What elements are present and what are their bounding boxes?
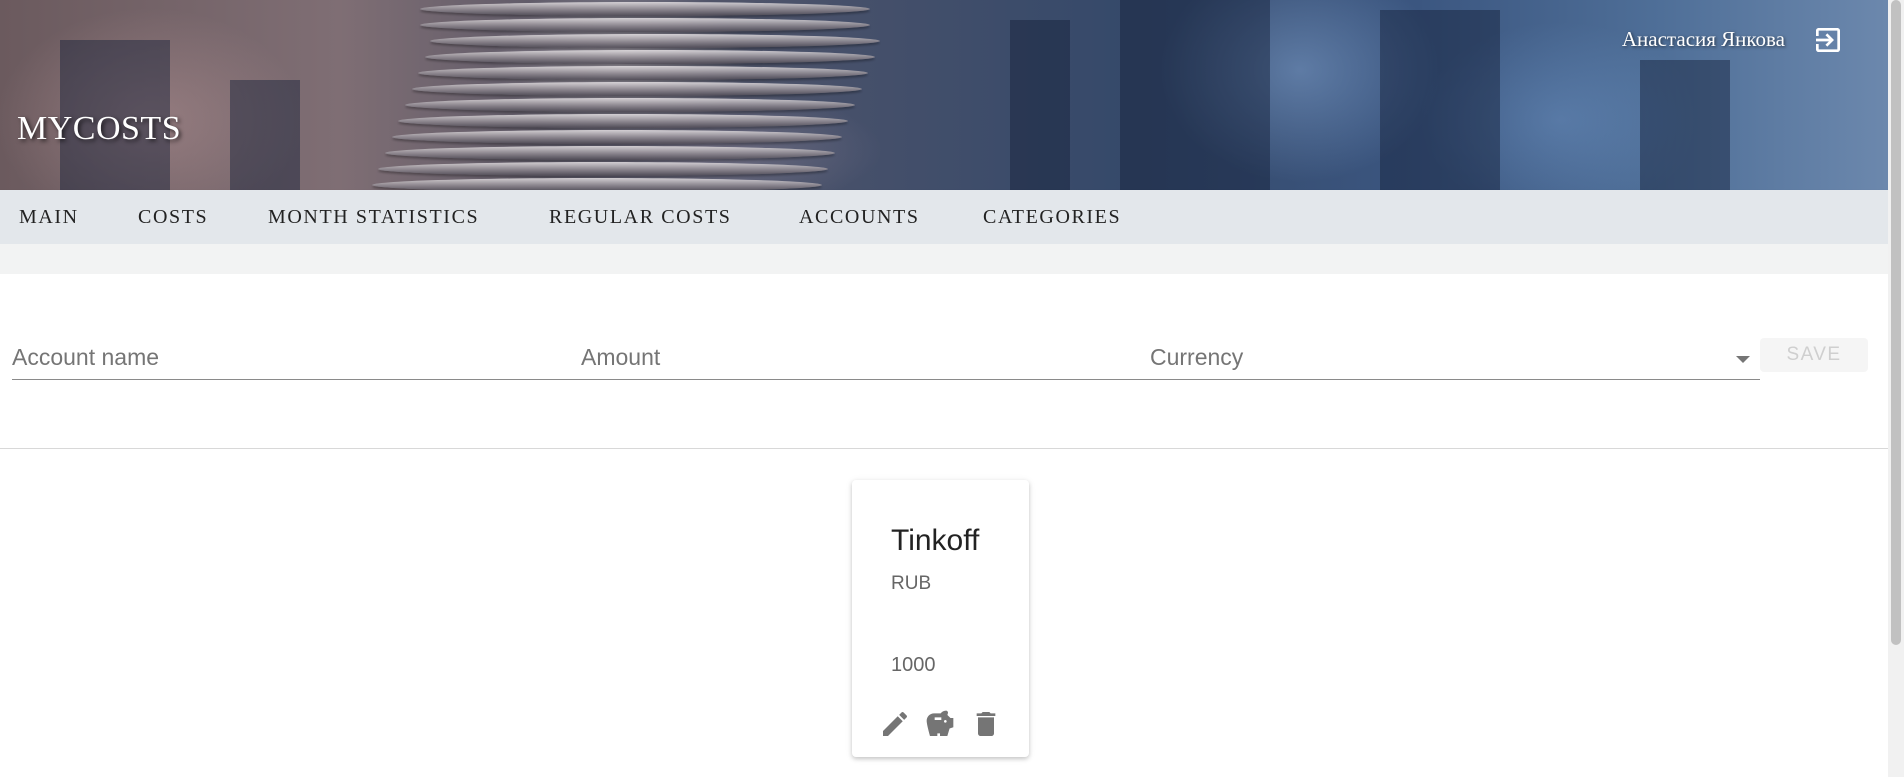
user-name: Анастасия Янкова <box>1621 27 1785 51</box>
logout-icon[interactable] <box>1812 24 1844 56</box>
nav-item-accounts[interactable]: ACCOUNTS <box>799 206 920 229</box>
banner-coin <box>418 66 868 80</box>
nav-item-main[interactable]: MAIN <box>19 206 79 229</box>
banner-coin <box>420 18 870 32</box>
banner-coin <box>412 82 862 96</box>
section-divider <box>0 448 1888 449</box>
banner-coin <box>385 146 835 160</box>
banner-building <box>1010 20 1070 190</box>
app-logo-title[interactable]: MYCOSTS <box>17 110 181 148</box>
banner-building <box>1640 60 1730 190</box>
chevron-down-icon[interactable] <box>1736 356 1750 363</box>
page-scrollbar[interactable] <box>1888 0 1904 777</box>
banner-coin <box>392 130 842 144</box>
amount-field <box>556 336 1125 380</box>
banner-coin <box>420 2 870 16</box>
account-name: Tinkoff <box>891 524 980 557</box>
account-card: Tinkoff RUB 1000 <box>852 480 1029 757</box>
banner-coin <box>430 34 880 48</box>
amount-input[interactable] <box>556 336 1125 379</box>
banner-coin <box>405 98 855 112</box>
delete-icon[interactable] <box>970 708 1002 740</box>
main-nav: MAIN COSTS MONTH STATISTICS REGULAR COST… <box>0 190 1888 244</box>
banner-building <box>1380 10 1500 190</box>
account-name-field <box>12 336 556 380</box>
banner-coin <box>372 178 822 190</box>
currency-select[interactable]: Currency <box>1125 336 1760 380</box>
nav-spacer <box>0 244 1888 274</box>
nav-item-costs[interactable]: COSTS <box>138 206 208 229</box>
edit-icon[interactable] <box>879 708 911 740</box>
add-account-form: Currency SAVE <box>0 274 1888 448</box>
scrollbar-thumb[interactable] <box>1891 0 1901 645</box>
currency-select-label: Currency <box>1150 344 1244 370</box>
account-amount: 1000 <box>891 654 936 676</box>
header-banner: MYCOSTS Анастасия Янкова <box>0 0 1888 190</box>
banner-coin <box>398 114 848 128</box>
banner-coin <box>378 162 828 176</box>
banner-coin <box>425 50 875 64</box>
nav-item-categories[interactable]: CATEGORIES <box>983 206 1121 229</box>
save-button[interactable]: SAVE <box>1760 338 1868 372</box>
nav-item-month-statistics[interactable]: MONTH STATISTICS <box>268 206 479 229</box>
account-currency: RUB <box>891 573 932 594</box>
account-name-input[interactable] <box>12 336 556 379</box>
piggy-bank-icon[interactable] <box>924 708 956 740</box>
nav-item-regular-costs[interactable]: REGULAR COSTS <box>549 206 732 229</box>
banner-building <box>230 80 300 190</box>
banner-building <box>1120 0 1270 190</box>
